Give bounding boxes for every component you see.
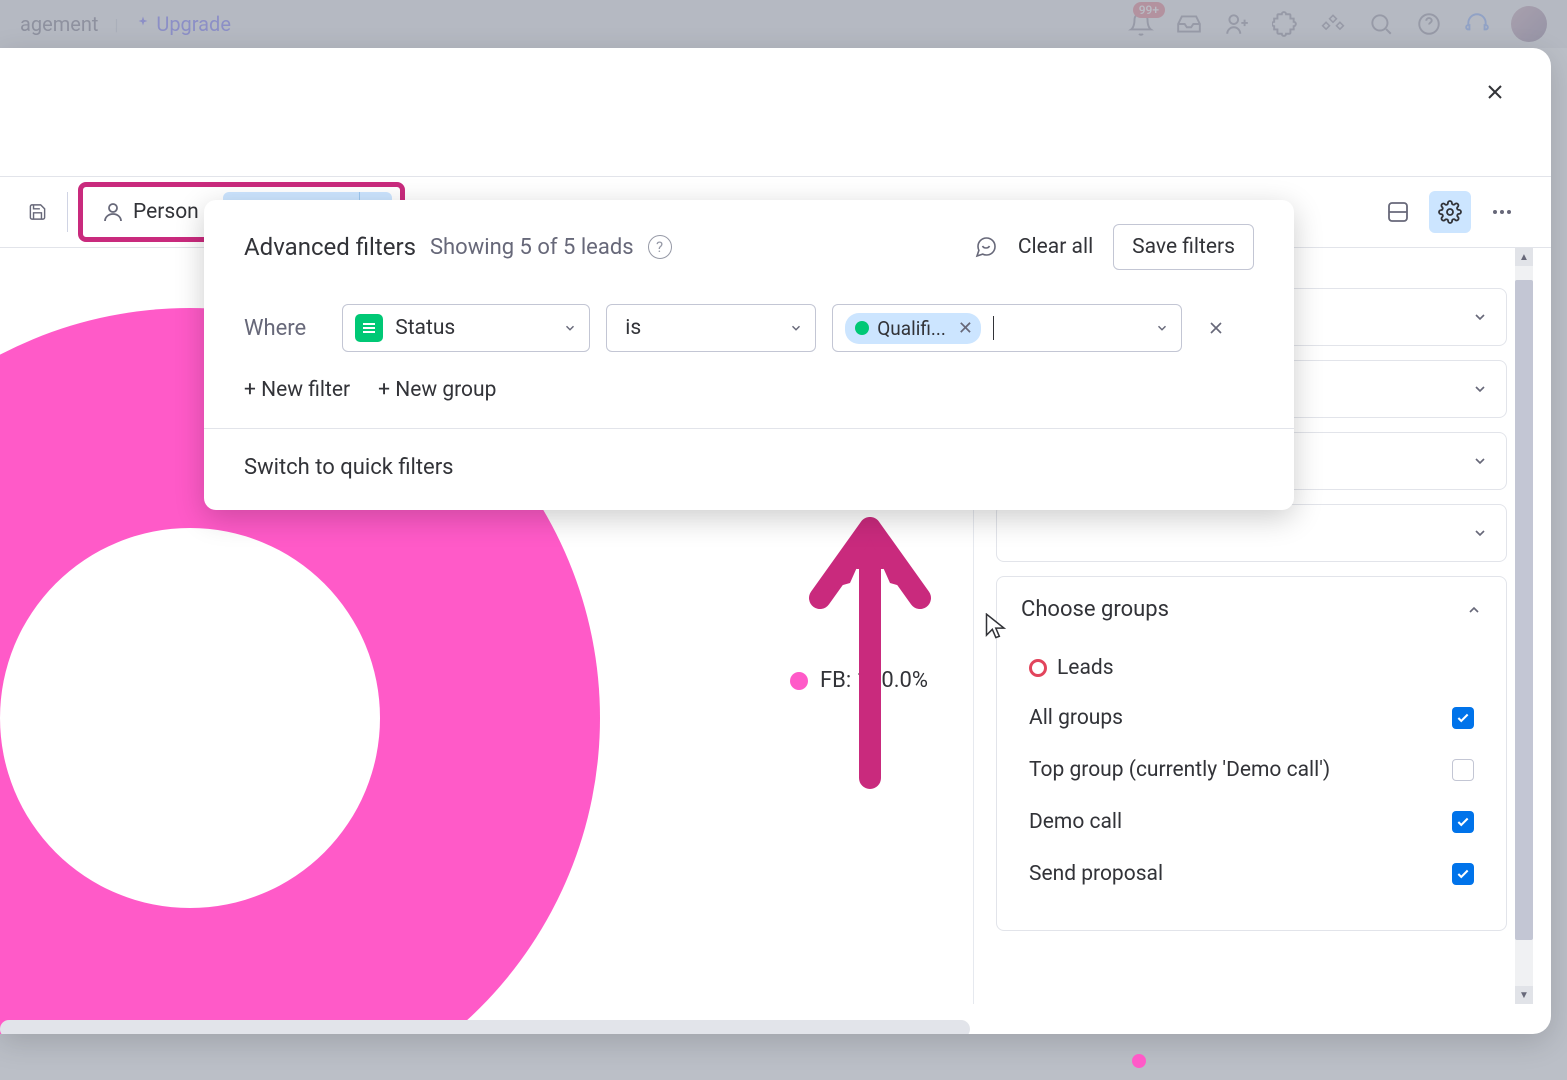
group-checkbox[interactable] (1452, 863, 1474, 885)
board-color-dot (1029, 659, 1047, 677)
group-label: Top group (currently 'Demo call') (1029, 758, 1330, 782)
decorative-dot (1132, 1054, 1146, 1068)
chevron-down-icon (789, 321, 803, 335)
chevron-down-icon (1472, 381, 1488, 397)
split-view-button[interactable] (1377, 191, 1419, 233)
status-column-icon (355, 314, 383, 342)
settings-section-collapsed[interactable] (996, 504, 1507, 562)
chevron-down-icon (1472, 309, 1488, 325)
group-checkbox[interactable] (1452, 811, 1474, 833)
rule-conjunction: Where (244, 316, 306, 341)
cursor-pointer-icon (985, 613, 1009, 641)
results-count: Showing 5 of 5 leads (430, 235, 634, 260)
ellipsis-icon (1490, 200, 1514, 224)
settings-button[interactable] (1429, 191, 1471, 233)
more-options-button[interactable] (1481, 191, 1523, 233)
scroll-up-arrow[interactable]: ▲ (1515, 248, 1533, 266)
feedback-icon[interactable] (974, 235, 998, 259)
chevron-down-icon (1472, 525, 1488, 541)
advanced-filters-popover: Advanced filters Showing 5 of 5 leads ? … (204, 200, 1294, 510)
group-label: Send proposal (1029, 862, 1163, 886)
annotation-arrow (780, 498, 960, 798)
chevron-down-icon (1155, 321, 1169, 335)
group-row[interactable]: All groups (1021, 692, 1482, 744)
chevron-up-icon (1466, 602, 1482, 618)
chip-remove-icon[interactable]: ✕ (958, 318, 973, 339)
save-filters-button[interactable]: Save filters (1113, 224, 1254, 270)
choose-groups-section: Choose groups Leads All groups Top group … (996, 576, 1507, 931)
status-color-dot (855, 321, 869, 335)
add-group-button[interactable]: + New group (378, 378, 496, 402)
group-row[interactable]: Demo call (1021, 796, 1482, 848)
group-checkbox[interactable] (1452, 707, 1474, 729)
chevron-down-icon (563, 321, 577, 335)
board-reference: Leads (1021, 644, 1482, 692)
scroll-down-arrow[interactable]: ▼ (1515, 986, 1533, 1004)
person-filter-button[interactable]: Person (91, 194, 209, 230)
person-icon (101, 200, 125, 224)
close-button[interactable] (1479, 76, 1511, 108)
filter-value-select[interactable]: Qualifi... ✕ (832, 304, 1182, 352)
group-label: All groups (1029, 706, 1123, 730)
vertical-scrollbar[interactable]: ▲ ▼ (1515, 248, 1533, 1004)
remove-rule-button[interactable] (1198, 310, 1234, 346)
gear-icon (1438, 200, 1462, 224)
clear-all-button[interactable]: Clear all (1018, 235, 1093, 259)
save-icon[interactable] (28, 192, 68, 232)
filter-field-select[interactable]: Status (342, 304, 590, 352)
selected-value-chip: Qualifi... ✕ (845, 313, 981, 344)
group-checkbox[interactable] (1452, 759, 1474, 781)
horizontal-scrollbar[interactable] (0, 1020, 970, 1034)
group-row[interactable]: Send proposal (1021, 848, 1482, 900)
group-label: Demo call (1029, 810, 1122, 834)
widget-settings-panel: Person Filter / 1 (0, 48, 1551, 1034)
help-icon[interactable]: ? (648, 235, 672, 259)
group-row[interactable]: Top group (currently 'Demo call') (1021, 744, 1482, 796)
switch-quick-filters-link[interactable]: Switch to quick filters (244, 455, 454, 480)
filter-operator-select[interactable]: is (606, 304, 816, 352)
popover-title: Advanced filters (244, 233, 416, 261)
chevron-down-icon (1472, 453, 1488, 469)
filter-rule-row: Where Status is Qualifi... ✕ (204, 288, 1294, 368)
add-filter-button[interactable]: + New filter (244, 378, 350, 402)
scrollbar-thumb[interactable] (1515, 280, 1533, 940)
choose-groups-header[interactable]: Choose groups (1021, 597, 1482, 644)
